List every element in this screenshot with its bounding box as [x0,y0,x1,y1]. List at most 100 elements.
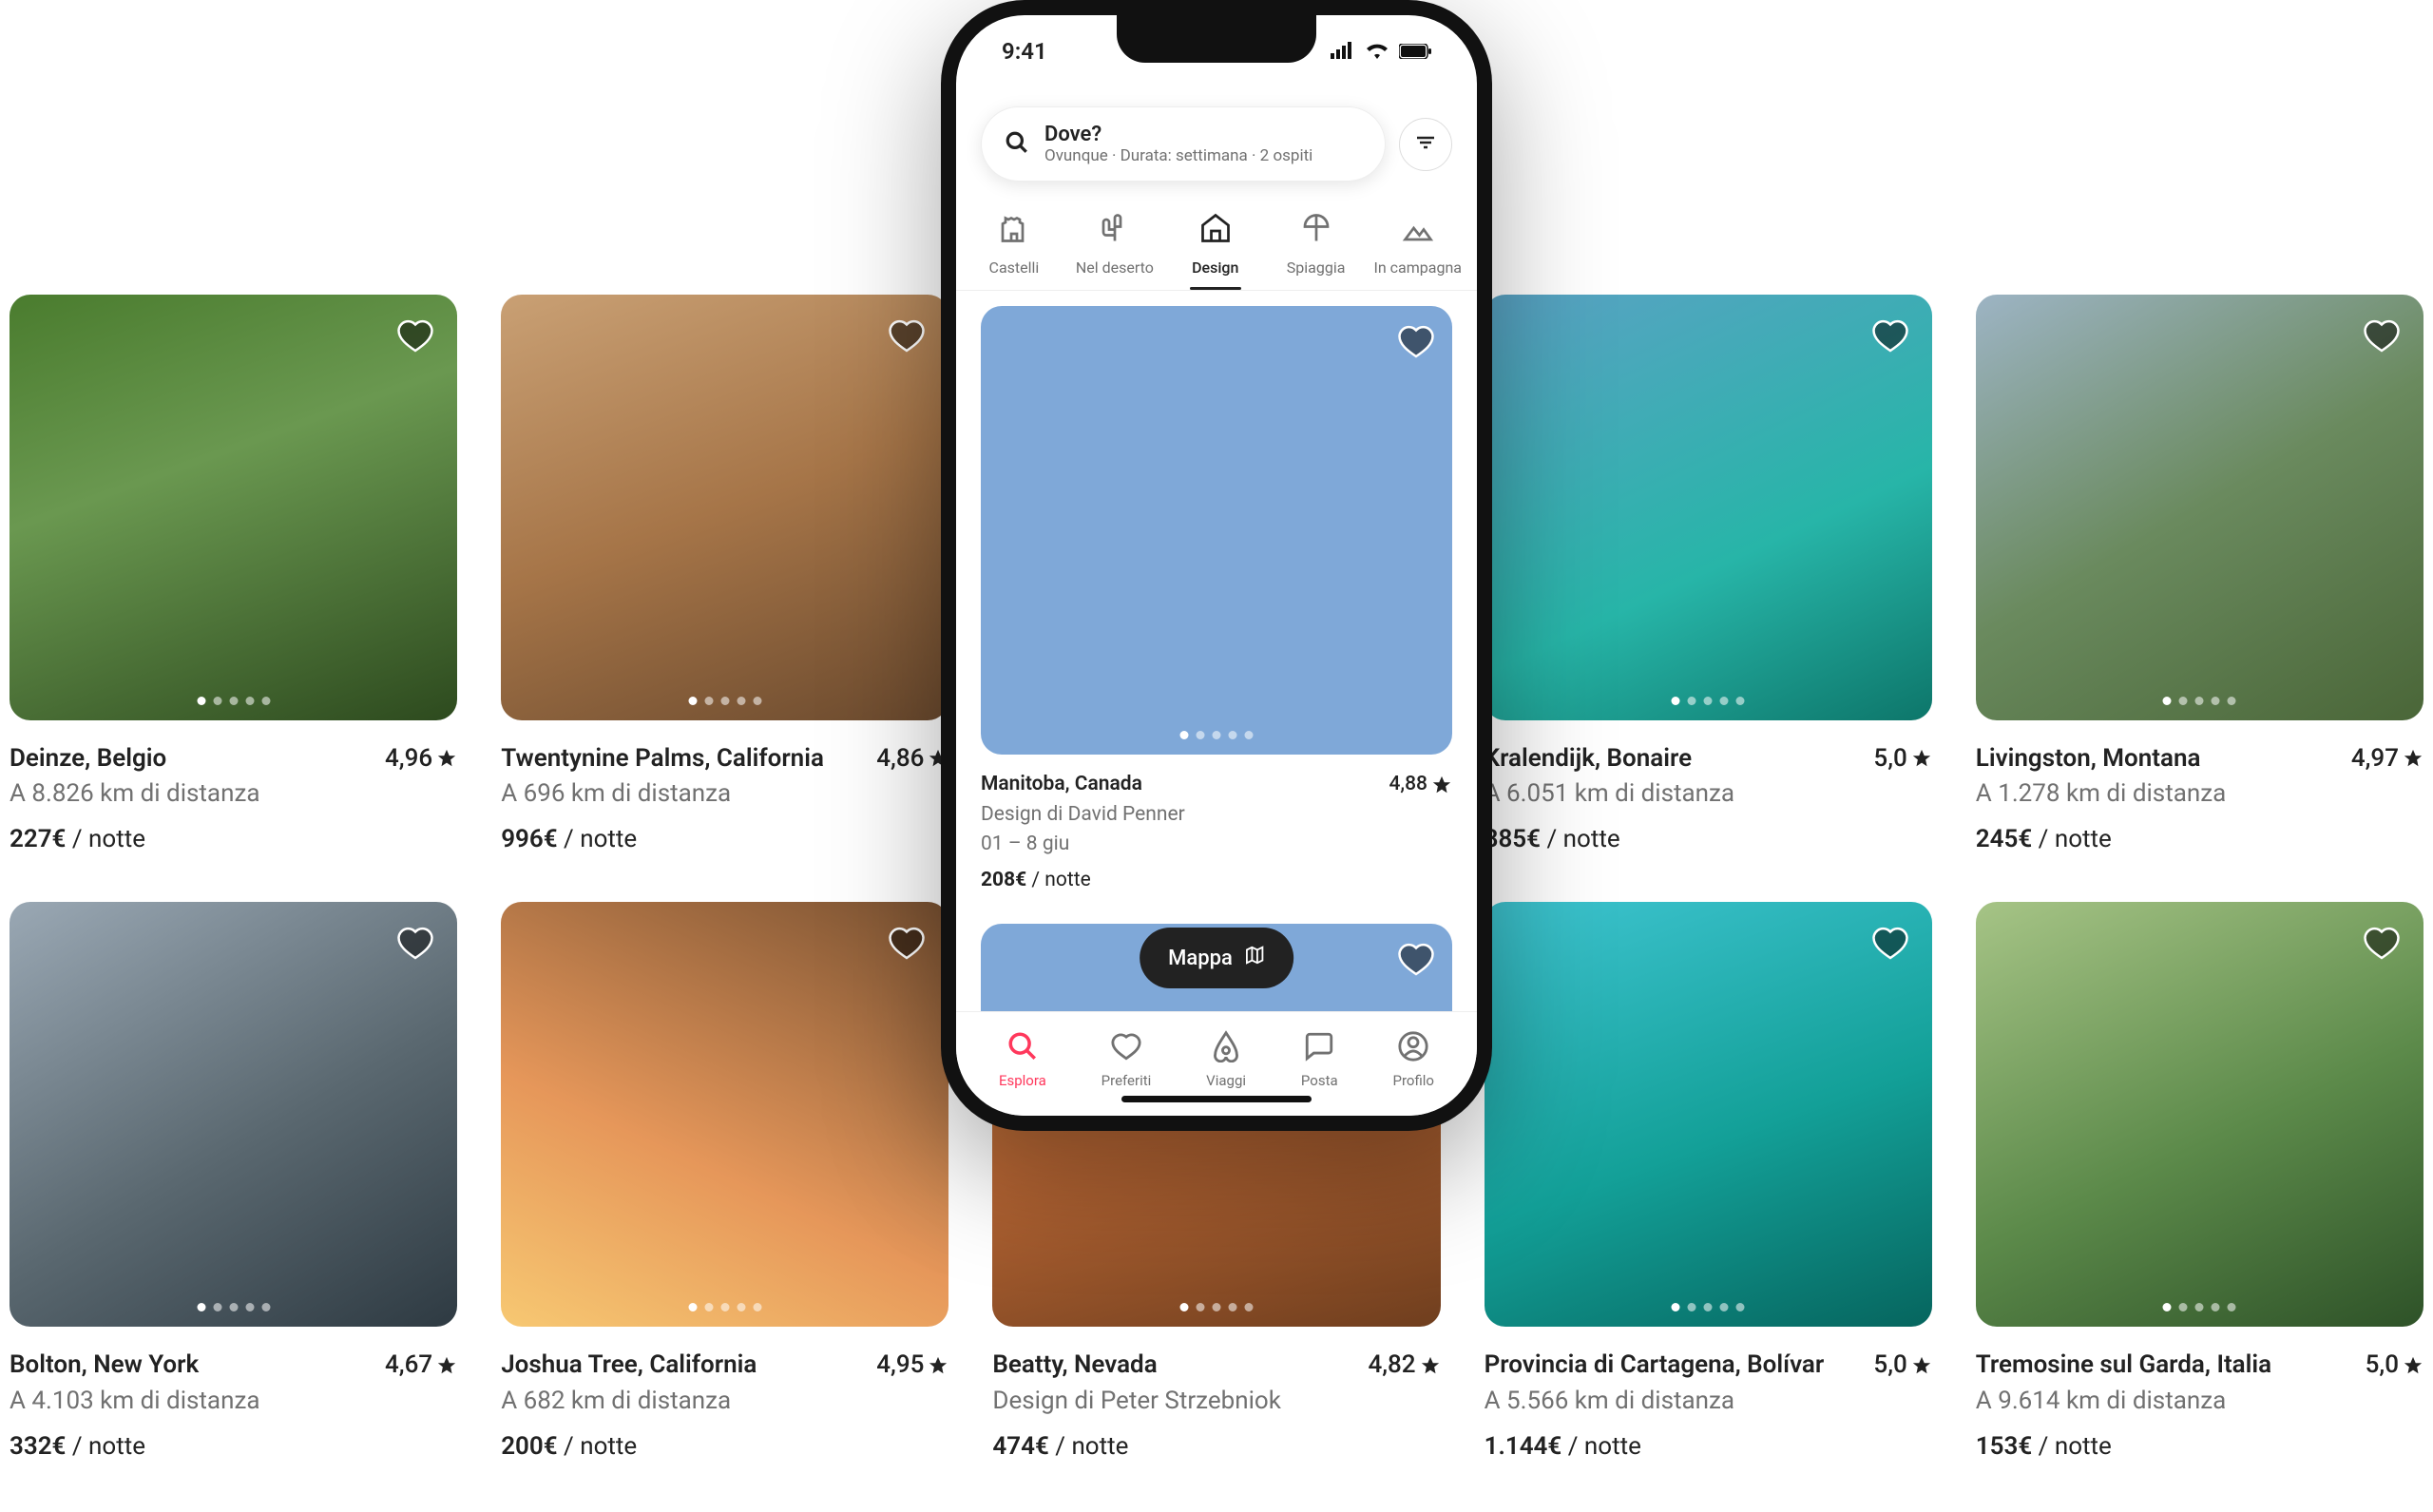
wishlist-heart-icon[interactable] [1871,925,1909,963]
wishlist-heart-icon[interactable] [396,925,434,963]
listing-card[interactable]: Twentynine Palms, California 4,86 A 696 … [501,295,948,858]
tab-label: Profilo [1393,1072,1434,1089]
listing-card[interactable]: Provincia di Cartagena, Bolívar 5,0 A 5.… [1485,902,1932,1465]
listing-card[interactable]: Joshua Tree, California 4,95 A 682 km di… [501,902,948,1465]
listing-image[interactable] [501,902,948,1328]
filter-button[interactable] [1399,118,1452,171]
listing-location: Tremosine sul Garda, Italia [1976,1348,2271,1384]
phone-listings[interactable]: Manitoba, Canada 4,88 Design di David Pe… [981,306,1452,1011]
listing-rating: 5,0 [2366,1348,2423,1384]
listing-card[interactable]: Deinze, Belgio 4,96 A 8.826 km di distan… [10,295,457,858]
category-label: In campagna [1374,258,1462,277]
listing-price: 885€ / notte [1485,822,1932,858]
listing-distance: A 8.826 km di distanza [10,776,457,813]
listing-location: Livingston, Montana [1976,741,2201,777]
phone-listing-dates: 01 – 8 giu [981,830,1452,860]
wishlist-heart-icon[interactable] [1397,323,1435,361]
listing-price: 332€ / notte [10,1429,457,1465]
category-bar[interactable]: Castelli Nel deserto Design Spiaggia In … [956,211,1477,291]
phone-listing-designer: Design di David Penner [981,800,1452,831]
tab-profile[interactable]: Profilo [1393,1030,1434,1089]
listing-price: 1.144€ / notte [1485,1429,1932,1465]
listing-image[interactable] [1976,902,2423,1328]
listing-image[interactable] [10,902,457,1328]
status-time: 9:41 [1002,38,1047,65]
wishlist-heart-icon[interactable] [396,317,434,355]
listing-image[interactable] [1485,295,1932,720]
listing-image[interactable] [501,295,948,720]
listing-image[interactable] [10,295,457,720]
tab-trips[interactable]: Viaggi [1206,1030,1246,1089]
listing-card[interactable]: Tremosine sul Garda, Italia 5,0 A 9.614 … [1976,902,2423,1465]
message-icon [1303,1030,1335,1066]
tab-wishlist[interactable]: Preferiti [1102,1030,1152,1089]
listing-rating: 4,96 [385,741,457,777]
phone-listing-rating: 4,88 [1389,770,1452,800]
category-label: Nel deserto [1076,258,1154,277]
search-bar[interactable]: Dove? Ovunque · Durata: settimana · 2 os… [981,106,1386,182]
phone-screen: 9:41 Dove? Ovunque · Durata: settimana ·… [956,15,1477,1116]
listing-location: Provincia di Cartagena, Bolívar [1485,1348,1825,1384]
listing-card[interactable]: Bolton, New York 4,67 A 4.103 km di dist… [10,902,457,1465]
listing-rating: 4,82 [1368,1348,1440,1384]
airbnb-icon [1210,1030,1242,1066]
category-design[interactable]: Design [1173,211,1258,277]
cactus-icon [1098,211,1132,249]
listing-distance: A 4.103 km di distanza [10,1384,457,1420]
wishlist-heart-icon[interactable] [2363,317,2401,355]
heart-icon [1110,1030,1142,1066]
carousel-dots [1672,697,1745,705]
carousel-dots [2163,697,2236,705]
category-castles[interactable]: Castelli [971,211,1057,277]
search-icon [1005,130,1029,159]
signal-icon [1331,38,1355,65]
listing-image[interactable] [1485,902,1932,1328]
listing-location: Bolton, New York [10,1348,199,1384]
category-desert[interactable]: Nel deserto [1072,211,1158,277]
category-beach[interactable]: Spiaggia [1274,211,1359,277]
listing-card[interactable]: Livingston, Montana 4,97 A 1.278 km di d… [1976,295,2423,858]
wifi-icon [1365,38,1389,65]
carousel-dots [1180,731,1254,739]
wishlist-heart-icon[interactable] [888,317,926,355]
search-subtitle: Ovunque · Durata: settimana · 2 ospiti [1044,146,1312,165]
carousel-dots [2163,1303,2236,1311]
phone-notch [1117,15,1316,63]
map-icon [1244,945,1265,971]
profile-icon [1397,1030,1429,1066]
tab-label: Esplora [999,1072,1046,1089]
wishlist-heart-icon[interactable] [888,925,926,963]
listing-image[interactable] [1976,295,2423,720]
tab-label: Viaggi [1206,1072,1246,1089]
category-label: Design [1192,258,1238,277]
listing-distance: A 5.566 km di distanza [1485,1384,1932,1420]
listing-distance: A 696 km di distanza [501,776,948,813]
listing-distance: A 682 km di distanza [501,1384,948,1420]
category-label: Castelli [989,258,1040,277]
listing-location: Joshua Tree, California [501,1348,757,1384]
category-countryside[interactable]: In campagna [1374,211,1462,277]
wishlist-heart-icon[interactable] [1871,317,1909,355]
listing-rating: 4,95 [876,1348,948,1384]
wishlist-heart-icon[interactable] [1397,941,1435,979]
wishlist-heart-icon[interactable] [2363,925,2401,963]
listing-rating: 4,97 [2351,741,2423,777]
carousel-dots [197,1303,270,1311]
listing-rating: 5,0 [1873,1348,1931,1384]
phone-listing-image[interactable] [981,306,1452,755]
phone-mockup: 9:41 Dove? Ovunque · Durata: settimana ·… [941,0,1492,1131]
listing-location: Deinze, Belgio [10,741,166,777]
umbrella-icon [1299,211,1333,249]
carousel-dots [1179,1303,1253,1311]
home-indicator [1121,1096,1312,1102]
map-button[interactable]: Mappa [1140,928,1293,988]
tab-inbox[interactable]: Posta [1301,1030,1338,1089]
listing-card[interactable]: Kralendijk, Bonaire 5,0 A 6.051 km di di… [1485,295,1932,858]
filter-icon [1414,131,1437,158]
tab-explore[interactable]: Esplora [999,1030,1046,1089]
category-label: Spiaggia [1287,258,1346,277]
design-icon [1198,211,1233,249]
carousel-dots [1672,1303,1745,1311]
listing-distance: A 1.278 km di distanza [1976,776,2423,813]
phone-listing-card[interactable]: Manitoba, Canada 4,88 Design di David Pe… [981,306,1452,895]
